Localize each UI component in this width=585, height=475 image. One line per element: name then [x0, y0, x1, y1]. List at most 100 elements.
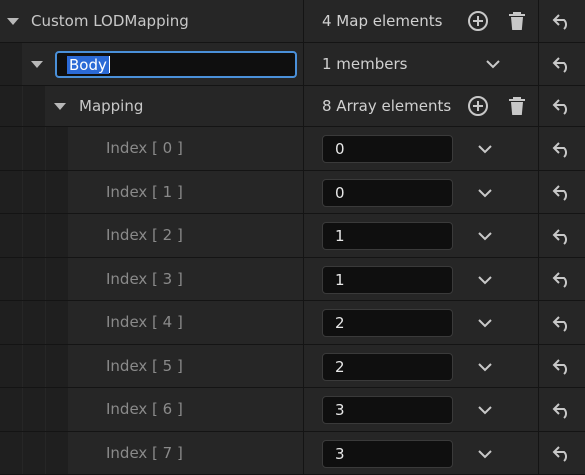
- add-element-button[interactable]: [466, 94, 490, 118]
- collapse-arrow-icon[interactable]: [31, 61, 43, 68]
- name-column: Index [ 6 ]: [0, 388, 303, 431]
- text-caret: [108, 56, 110, 73]
- reset-arrow-icon[interactable]: [551, 357, 573, 375]
- reset-column: [539, 86, 585, 126]
- reset-column: [539, 301, 585, 344]
- value-column: 2: [304, 345, 538, 387]
- array-element-row: Index [ 7 ] 3: [0, 432, 585, 475]
- name-column: Index [ 7 ]: [0, 432, 303, 474]
- name-column: Index [ 1 ]: [0, 171, 303, 213]
- reset-column: [539, 0, 585, 42]
- value-column: 1 members: [304, 43, 538, 85]
- element-value-input[interactable]: 3: [322, 440, 453, 468]
- reset-arrow-icon[interactable]: [551, 140, 573, 158]
- value-column: 2: [304, 301, 538, 344]
- name-column: Mapping: [0, 86, 303, 126]
- array-element-row: Index [ 3 ] 1: [0, 258, 585, 301]
- element-value-text: 0: [335, 184, 345, 202]
- element-value-text: 2: [335, 358, 345, 376]
- element-value-input[interactable]: 1: [322, 266, 453, 294]
- element-index-label: Index [ 5 ]: [106, 357, 183, 375]
- name-column: Index [ 5 ]: [0, 345, 303, 387]
- element-value-text: 1: [335, 271, 345, 289]
- reset-arrow-icon[interactable]: [551, 55, 573, 73]
- clear-elements-button[interactable]: [505, 9, 529, 33]
- value-column: 0: [304, 171, 538, 213]
- reset-column: [539, 388, 585, 431]
- name-column: Index [ 3 ]: [0, 258, 303, 300]
- element-value-input[interactable]: 1: [322, 222, 453, 250]
- element-index-label: Index [ 6 ]: [106, 400, 183, 418]
- name-column: Custom LODMapping: [0, 0, 303, 42]
- array-element-row: Index [ 6 ] 3: [0, 388, 585, 432]
- reset-arrow-icon[interactable]: [551, 12, 573, 30]
- reset-column: [539, 171, 585, 213]
- value-column: 0: [304, 127, 538, 170]
- reset-arrow-icon[interactable]: [551, 97, 573, 115]
- plus-circle-icon: [468, 96, 488, 116]
- element-value-text: 2: [335, 314, 345, 332]
- name-column: Index [ 0 ]: [0, 127, 303, 170]
- value-column: 4 Map elements: [304, 0, 538, 42]
- element-count: 8 Array elements: [322, 97, 452, 115]
- reset-arrow-icon[interactable]: [551, 401, 573, 419]
- element-index-label: Index [ 0 ]: [106, 139, 183, 157]
- reset-arrow-icon[interactable]: [551, 270, 573, 288]
- trash-icon: [509, 97, 525, 115]
- reset-arrow-icon[interactable]: [551, 444, 573, 462]
- reset-arrow-icon[interactable]: [551, 227, 573, 245]
- element-value-input[interactable]: 0: [322, 179, 453, 207]
- element-value-text: 1: [335, 227, 345, 245]
- members-count: 1 members: [322, 55, 408, 73]
- chevron-down-icon[interactable]: [476, 140, 494, 158]
- element-index-label: Index [ 2 ]: [106, 226, 183, 244]
- clear-elements-button[interactable]: [505, 94, 529, 118]
- array-element-row: Index [ 5 ] 2: [0, 345, 585, 388]
- collapse-arrow-icon[interactable]: [7, 18, 19, 25]
- element-value-input[interactable]: 2: [322, 309, 453, 337]
- chevron-down-icon[interactable]: [484, 55, 502, 73]
- element-index-label: Index [ 7 ]: [106, 444, 183, 462]
- reset-column: [539, 127, 585, 170]
- mapping-array-row: Mapping 8 Array elements: [0, 86, 585, 127]
- chevron-down-icon[interactable]: [476, 401, 494, 419]
- array-element-row: Index [ 1 ] 0: [0, 171, 585, 214]
- element-value-input[interactable]: 3: [322, 396, 453, 424]
- element-index-label: Index [ 1 ]: [106, 183, 183, 201]
- element-count: 4 Map elements: [322, 12, 443, 30]
- array-element-row: Index [ 0 ] 0: [0, 127, 585, 171]
- element-value-text: 3: [335, 445, 345, 463]
- reset-arrow-icon[interactable]: [551, 314, 573, 332]
- element-value-text: 3: [335, 401, 345, 419]
- plus-circle-icon: [468, 11, 488, 31]
- element-value-input[interactable]: 0: [322, 135, 453, 163]
- value-column: 1: [304, 214, 538, 257]
- collapse-arrow-icon[interactable]: [54, 103, 66, 110]
- chevron-down-icon[interactable]: [476, 271, 494, 289]
- reset-column: [539, 432, 585, 474]
- trash-icon: [509, 12, 525, 30]
- element-index-label: Index [ 4 ]: [106, 313, 183, 331]
- element-value-text: 0: [335, 140, 345, 158]
- array-element-row: Index [ 4 ] 2: [0, 301, 585, 345]
- chevron-down-icon[interactable]: [476, 358, 494, 376]
- value-column: 8 Array elements: [304, 86, 538, 126]
- reset-column: [539, 214, 585, 257]
- chevron-down-icon[interactable]: [476, 314, 494, 332]
- reset-column: [539, 43, 585, 85]
- reset-arrow-icon[interactable]: [551, 183, 573, 201]
- element-value-input[interactable]: 2: [322, 353, 453, 381]
- name-column: Body: [0, 43, 303, 85]
- chevron-down-icon[interactable]: [476, 184, 494, 202]
- property-label: Mapping: [79, 97, 144, 115]
- chevron-down-icon[interactable]: [476, 227, 494, 245]
- element-index-label: Index [ 3 ]: [106, 270, 183, 288]
- add-element-button[interactable]: [466, 9, 490, 33]
- value-column: 1: [304, 258, 538, 300]
- map-key-input[interactable]: Body: [55, 51, 297, 78]
- value-column: 3: [304, 432, 538, 474]
- value-column: 3: [304, 388, 538, 431]
- reset-column: [539, 345, 585, 387]
- chevron-down-icon[interactable]: [476, 445, 494, 463]
- map-entry-row: Body 1 members: [0, 43, 585, 86]
